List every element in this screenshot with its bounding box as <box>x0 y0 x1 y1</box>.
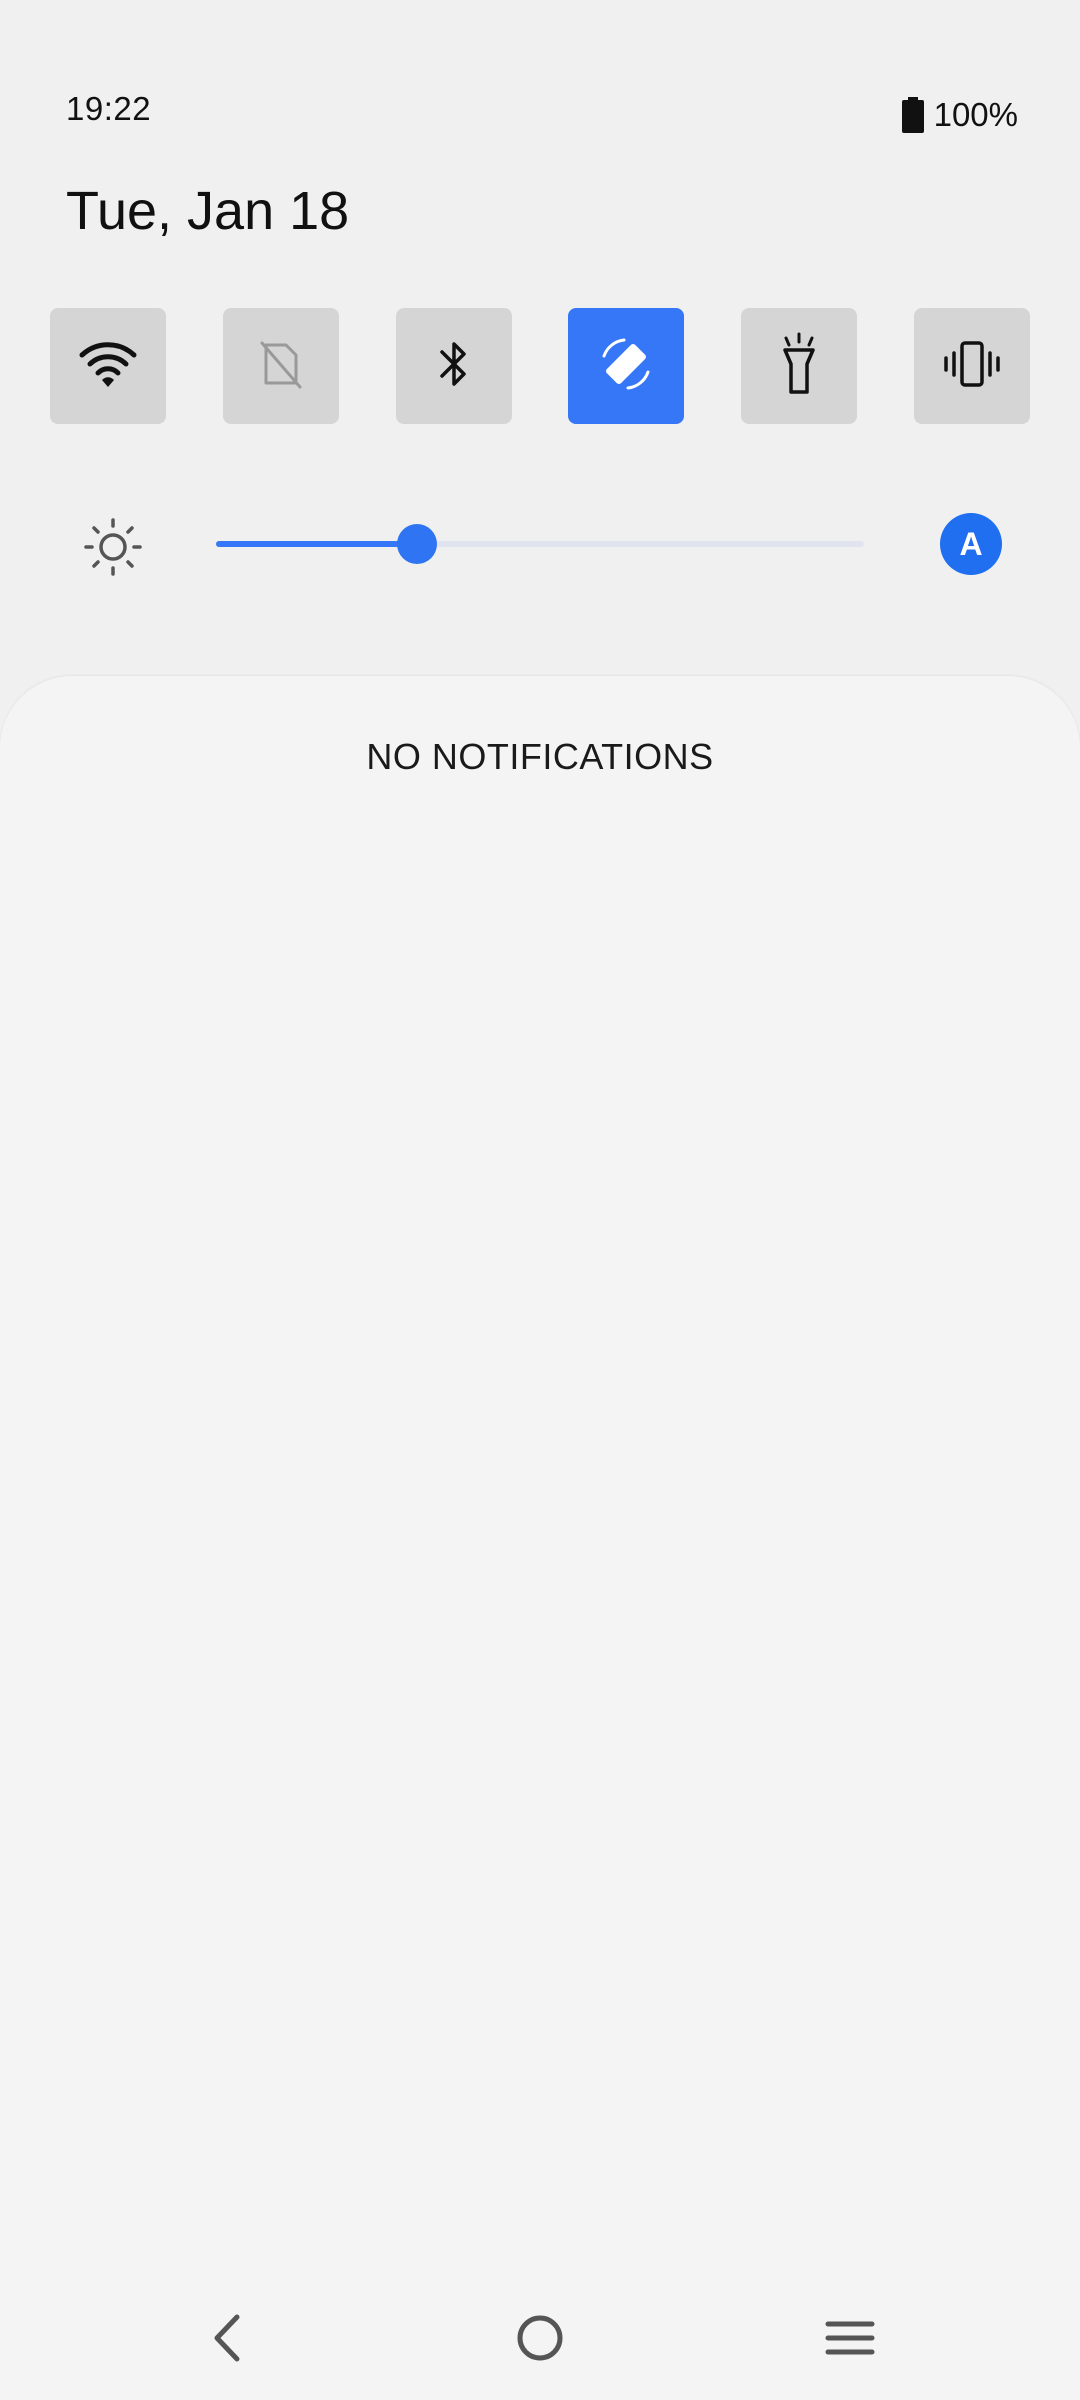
mobile-data-tile[interactable] <box>222 308 339 424</box>
bluetooth-tile[interactable] <box>395 308 512 424</box>
home-icon <box>515 2313 565 2368</box>
menu-icon <box>825 2318 875 2363</box>
auto-brightness-button[interactable]: A <box>940 513 1002 575</box>
no-sim-icon <box>258 339 304 394</box>
back-icon <box>207 2313 247 2368</box>
wifi-icon <box>78 338 138 395</box>
recents-button[interactable] <box>805 2295 895 2385</box>
vibrate-tile[interactable] <box>913 308 1030 424</box>
navigation-bar <box>0 2295 1080 2385</box>
battery-indicator: 100% <box>901 96 1018 134</box>
brightness-sun-icon <box>84 518 142 581</box>
status-time: 19:22 <box>66 90 152 127</box>
auto-rotate-icon <box>594 332 658 401</box>
vibrate-icon <box>940 339 1004 394</box>
brightness-slider[interactable] <box>216 524 864 564</box>
back-button[interactable] <box>182 2295 272 2385</box>
date-label: Tue, Jan 18 <box>66 181 350 241</box>
battery-percent: 100% <box>933 96 1018 133</box>
auto-rotate-tile[interactable] <box>568 308 685 424</box>
home-button[interactable] <box>495 2295 585 2385</box>
flashlight-tile[interactable] <box>741 308 858 424</box>
notification-panel: NO NOTIFICATIONS <box>0 676 1080 2400</box>
flashlight-icon <box>777 332 821 401</box>
brightness-slider-thumb[interactable] <box>396 524 437 564</box>
quick-settings-tiles <box>50 308 1030 424</box>
battery-icon <box>901 97 924 133</box>
no-notifications-label: NO NOTIFICATIONS <box>366 736 714 777</box>
brightness-slider-fill <box>216 541 417 547</box>
wifi-tile[interactable] <box>50 308 166 424</box>
bluetooth-icon <box>434 336 474 397</box>
brightness-row: A <box>0 508 1080 578</box>
